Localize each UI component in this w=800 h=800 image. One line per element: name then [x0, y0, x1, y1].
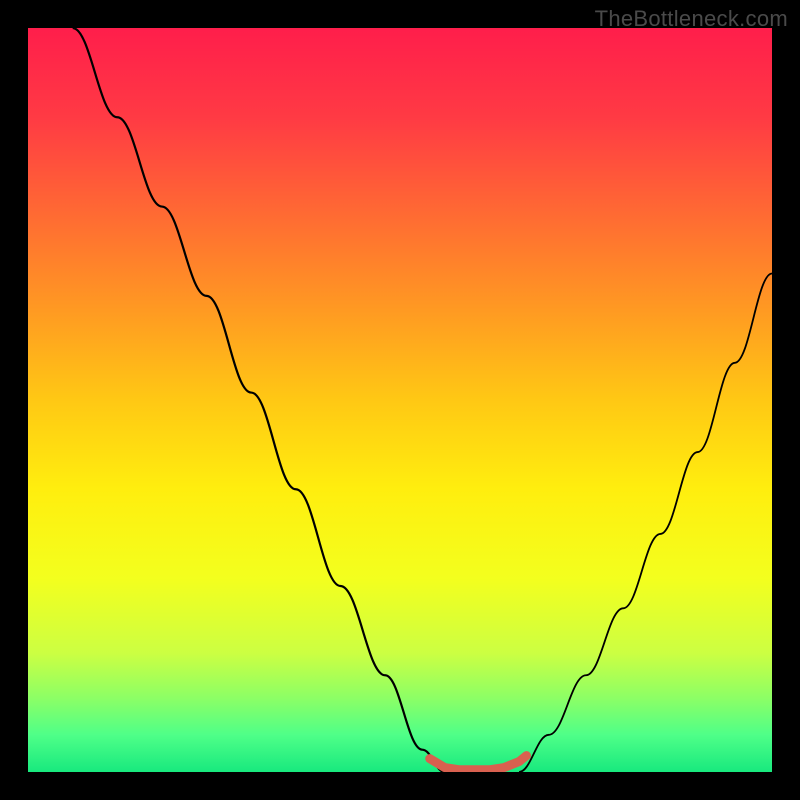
plot-svg: [28, 28, 772, 772]
chart-frame: TheBottleneck.com: [0, 0, 800, 800]
gradient-rect: [28, 28, 772, 772]
watermark-text: TheBottleneck.com: [595, 6, 788, 32]
plot-container: [28, 28, 772, 772]
